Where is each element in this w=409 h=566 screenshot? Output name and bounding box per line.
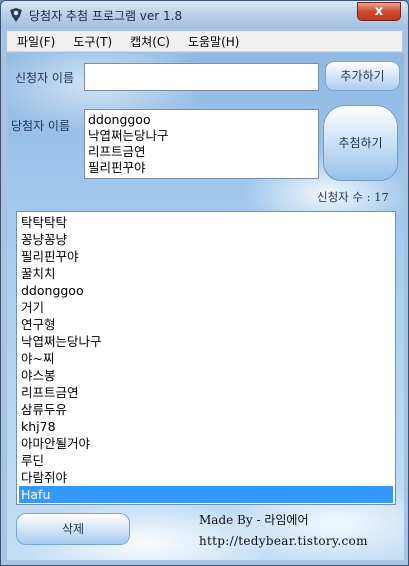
list-item[interactable]: 꿀치치: [19, 265, 393, 282]
applicant-list[interactable]: 탁탁탁탁 꽁냥꽁냥 필리핀꾸야 꿀치치 ddonggoo 거기 연구형 낙엽쩌는당나구 야~찌 야…: [16, 211, 396, 505]
app-icon: [10, 8, 22, 22]
list-item[interactable]: 야~찌: [19, 350, 393, 367]
list-item[interactable]: 연구형: [19, 316, 393, 333]
list-item[interactable]: 리프트금연: [19, 384, 393, 401]
close-button[interactable]: x: [357, 2, 401, 21]
delete-button[interactable]: 삭제: [16, 513, 130, 545]
list-item[interactable]: 거기: [19, 299, 393, 316]
winner-item: ddonggoo: [88, 112, 151, 127]
applicant-name-input[interactable]: [84, 63, 319, 91]
menu-capture[interactable]: 캡쳐(C): [120, 33, 178, 50]
menu-bar: 파일(F) 도구(T) 캡쳐(C) 도움말(H): [7, 31, 402, 52]
list-item[interactable]: 아마안될거야: [19, 435, 393, 452]
winner-item: 낙엽쩌는당나구: [88, 128, 169, 143]
menu-tools[interactable]: 도구(T): [63, 33, 120, 50]
list-item[interactable]: 꽁냥꽁냥: [19, 231, 393, 248]
list-item[interactable]: 다람쥐야: [19, 469, 393, 486]
winner-item: 리프트금연: [88, 144, 146, 159]
app-window: 당첨자 추첨 프로그램 ver 1.8 x 파일(F) 도구(T) 캡쳐(C) …: [0, 0, 409, 566]
list-item[interactable]: 루딘: [19, 452, 393, 469]
list-item[interactable]: 삼류두유: [19, 401, 393, 418]
window-title: 당첨자 추첨 프로그램 ver 1.8: [29, 9, 183, 23]
draw-button[interactable]: 추첨하기: [323, 105, 398, 181]
list-item[interactable]: ddonggoo: [19, 282, 393, 299]
applicant-count: 신청자 수 : 17: [317, 190, 389, 204]
title-bar[interactable]: 당첨자 추첨 프로그램 ver 1.8 x: [1, 1, 408, 29]
winner-name-label: 당첨자 이름: [11, 119, 71, 133]
list-item[interactable]: 야스봉: [19, 367, 393, 384]
list-item[interactable]: 탁탁탁탁: [19, 214, 393, 231]
list-item[interactable]: 필리핀꾸야: [19, 248, 393, 265]
winner-item: 필리핀꾸야: [88, 160, 146, 175]
credit-url: http://tedybear.tistory.com: [199, 534, 368, 548]
list-item[interactable]: Hafu: [19, 486, 393, 503]
list-item[interactable]: khj78: [19, 418, 393, 435]
add-button[interactable]: 추가하기: [325, 61, 400, 91]
credit-text: Made By - 라임에어: [199, 513, 309, 527]
winner-list[interactable]: ddonggoo 낙엽쩌는당나구 리프트금연 필리핀꾸야: [84, 109, 319, 179]
client-area: 신청자 이름 추가하기 당첨자 이름 ddonggoo 낙엽쩌는당나구 리프트금…: [7, 53, 404, 560]
menu-file[interactable]: 파일(F): [7, 33, 63, 50]
menu-help[interactable]: 도움말(H): [178, 33, 248, 50]
list-item[interactable]: 낙엽쩌는당나구: [19, 333, 393, 350]
applicant-name-label: 신청자 이름: [15, 71, 75, 85]
